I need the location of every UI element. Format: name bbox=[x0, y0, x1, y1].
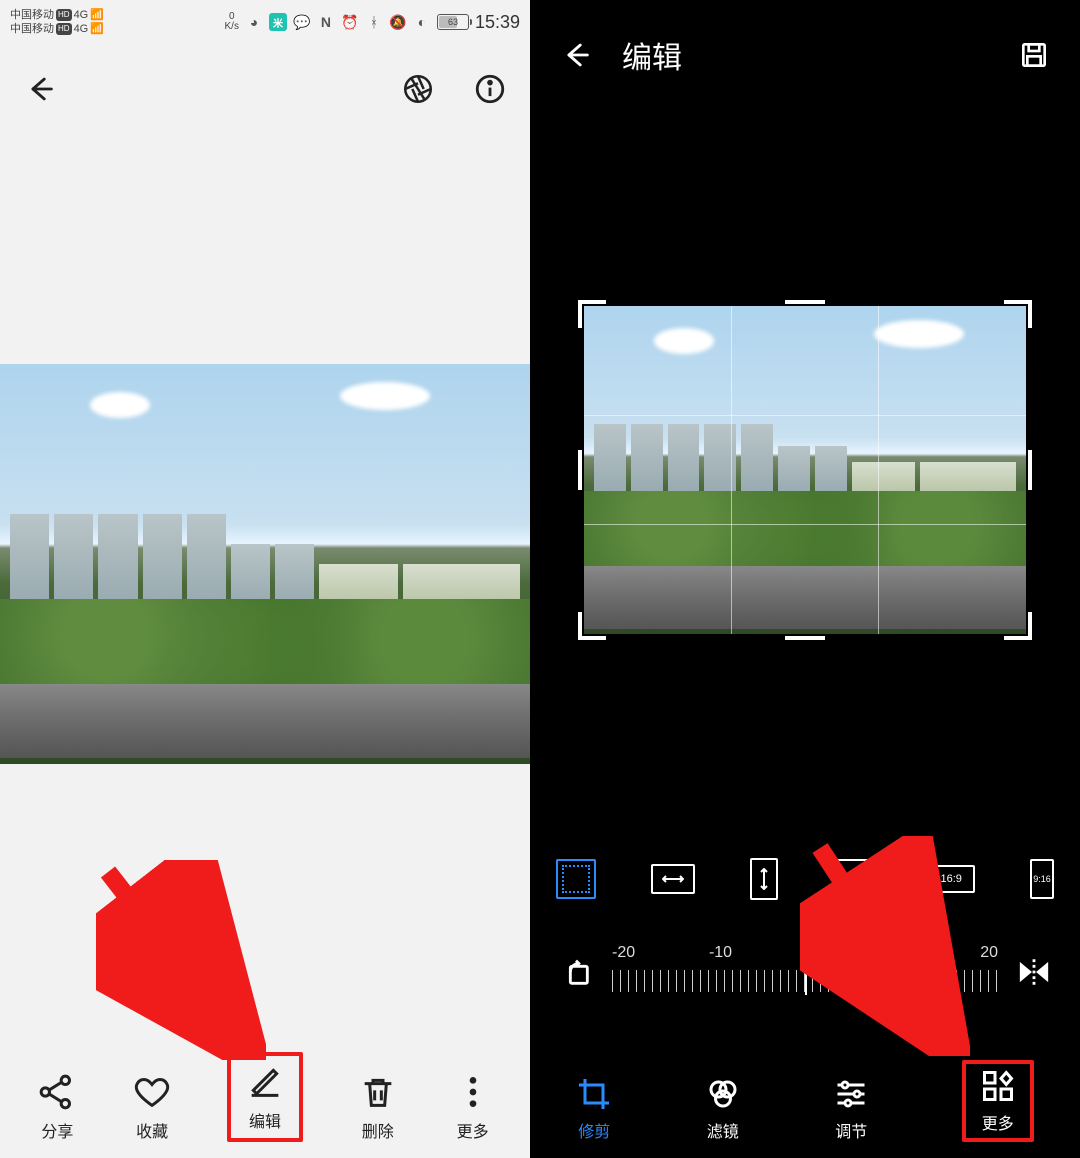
aspect-9-16-label: 9:16 bbox=[1033, 874, 1051, 884]
carrier-1-label: 中国移动 bbox=[10, 9, 54, 21]
crop-handle-bottom-right[interactable] bbox=[1004, 612, 1032, 640]
wechat-icon: ◕ bbox=[245, 13, 263, 31]
battery-percent: 63 bbox=[448, 17, 458, 27]
aspect-free-button[interactable] bbox=[556, 859, 596, 899]
signal-1-icon: 📶 bbox=[90, 9, 104, 21]
message-icon: 💬 bbox=[293, 13, 311, 31]
tab-adjust-label: 调节 bbox=[835, 1118, 867, 1142]
editor-tab-bar: 修剪 滤镜 调节 更多 bbox=[530, 1060, 1080, 1142]
back-button[interactable] bbox=[16, 65, 64, 113]
aspect-horizontal-button[interactable] bbox=[651, 864, 695, 894]
edit-button[interactable]: 编辑 bbox=[227, 1052, 303, 1142]
editor-top-bar: 编辑 bbox=[530, 0, 1080, 110]
net-speed-unit: K/s bbox=[225, 22, 239, 32]
crop-handle-top-left[interactable] bbox=[578, 300, 606, 328]
mute-icon: 🔕 bbox=[389, 13, 407, 31]
network-2-label: 4G bbox=[74, 23, 89, 35]
rotation-tick-n20: -20 bbox=[612, 944, 635, 962]
hd-badge-1: HD bbox=[56, 9, 72, 21]
tab-more[interactable]: 更多 bbox=[962, 1060, 1034, 1142]
camera-aperture-button[interactable] bbox=[394, 65, 442, 113]
favorite-button[interactable]: 收藏 bbox=[132, 1072, 172, 1142]
photo-editor-screen: 编辑 bbox=[530, 0, 1080, 1158]
more-label: 更多 bbox=[457, 1118, 489, 1142]
delete-button[interactable]: 删除 bbox=[358, 1072, 398, 1142]
tab-filter-label: 滤镜 bbox=[707, 1118, 739, 1142]
viewer-top-bar bbox=[0, 44, 530, 134]
crop-handle-bottom-left[interactable] bbox=[578, 612, 606, 640]
more-button[interactable]: 更多 bbox=[453, 1072, 493, 1142]
battery-indicator: 63 bbox=[437, 14, 469, 30]
status-bar-left: 中国移动 HD 4G 📶 中国移动 HD 4G 📶 bbox=[10, 9, 104, 35]
delete-label: 删除 bbox=[362, 1118, 394, 1142]
rotation-tick-n10: -10 bbox=[709, 944, 732, 962]
mirror-button[interactable] bbox=[1010, 948, 1058, 996]
signal-2-icon: 📶 bbox=[90, 23, 104, 35]
editor-back-button[interactable] bbox=[552, 31, 600, 79]
crop-photo bbox=[584, 306, 1026, 634]
tab-filter[interactable]: 滤镜 bbox=[705, 1076, 741, 1142]
viewer-action-bar: 分享 收藏 编辑 删除 更多 bbox=[0, 1052, 530, 1142]
aspect-16-9-button[interactable]: 16:9 bbox=[927, 865, 975, 893]
bluetooth-icon: ᚼ bbox=[365, 13, 383, 31]
crop-handle-bottom[interactable] bbox=[785, 636, 825, 640]
editor-title: 编辑 bbox=[622, 33, 682, 77]
save-button[interactable] bbox=[1010, 31, 1058, 79]
rotation-tick-p20: 20 bbox=[980, 944, 998, 962]
nfc-icon: N bbox=[317, 13, 335, 31]
annotation-arrow-left bbox=[96, 860, 266, 1060]
aspect-1-1-button[interactable]: 1:1 bbox=[832, 859, 872, 899]
hd-badge-2: HD bbox=[56, 23, 72, 35]
clock-time: 15:39 bbox=[475, 12, 520, 33]
tab-more-label: 更多 bbox=[982, 1110, 1014, 1134]
share-button[interactable]: 分享 bbox=[37, 1072, 77, 1142]
photo-viewer-screen: 中国移动 HD 4G 📶 中国移动 HD 4G 📶 0 K/s ◕ 米 💬 N … bbox=[0, 0, 530, 1158]
aspect-vertical-button[interactable] bbox=[750, 858, 778, 900]
tab-crop-label: 修剪 bbox=[578, 1118, 610, 1142]
rotation-slider[interactable]: -20 -10 0 10 20 bbox=[612, 944, 998, 1000]
aspect-1-1-label: 1:1 bbox=[845, 873, 860, 885]
crop-handle-right[interactable] bbox=[1028, 450, 1032, 490]
tab-adjust[interactable]: 调节 bbox=[833, 1076, 869, 1142]
status-bar-right: 0 K/s ◕ 米 💬 N ⏰ ᚼ 🔕 ◐ 63 15:39 bbox=[225, 12, 521, 33]
favorite-label: 收藏 bbox=[136, 1118, 168, 1142]
alarm-icon: ⏰ bbox=[341, 13, 359, 31]
aspect-16-9-label: 16:9 bbox=[940, 873, 961, 885]
share-label: 分享 bbox=[41, 1118, 73, 1142]
info-button[interactable] bbox=[466, 65, 514, 113]
rotation-tick-p10: 10 bbox=[889, 944, 907, 962]
crop-handle-left[interactable] bbox=[578, 450, 582, 490]
status-bar: 中国移动 HD 4G 📶 中国移动 HD 4G 📶 0 K/s ◕ 米 💬 N … bbox=[0, 0, 530, 44]
aspect-9-16-button[interactable]: 9:16 bbox=[1030, 859, 1054, 899]
network-1-label: 4G bbox=[74, 9, 89, 21]
crop-handle-top-right[interactable] bbox=[1004, 300, 1032, 328]
crop-frame[interactable] bbox=[578, 300, 1032, 640]
aspect-ratio-bar: 1:1 16:9 9:16 bbox=[530, 858, 1080, 900]
tab-crop[interactable]: 修剪 bbox=[576, 1076, 612, 1142]
rotation-tick-0: 0 bbox=[806, 944, 815, 962]
rotation-bar: -20 -10 0 10 20 bbox=[530, 944, 1080, 1000]
mi-home-icon: 米 bbox=[269, 13, 287, 31]
eye-comfort-icon: ◐ bbox=[413, 13, 431, 31]
edit-label: 编辑 bbox=[249, 1108, 281, 1132]
crop-handle-top[interactable] bbox=[785, 300, 825, 304]
photo-preview[interactable] bbox=[0, 364, 530, 764]
carrier-2-label: 中国移动 bbox=[10, 23, 54, 35]
rotate-90-button[interactable] bbox=[552, 948, 600, 996]
